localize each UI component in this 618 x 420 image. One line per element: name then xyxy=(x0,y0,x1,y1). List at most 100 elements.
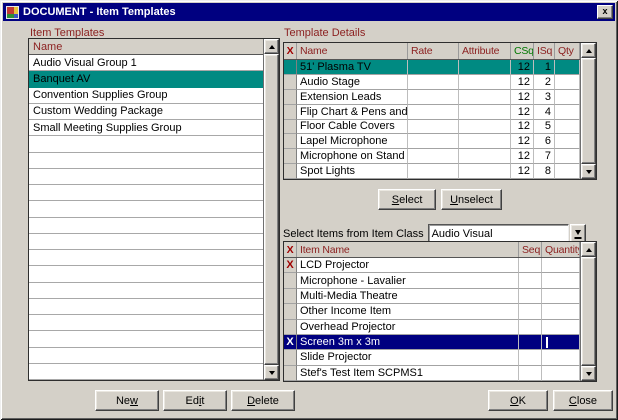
row-selector-cell[interactable]: X xyxy=(284,335,297,350)
items-table-body: X Item Name Seq. Quantity XLCD Projector… xyxy=(284,242,580,381)
template-list-item[interactable]: Audio Visual Group 1 xyxy=(29,55,263,71)
name-cell: Extension Leads xyxy=(297,90,408,105)
scroll-down-button[interactable] xyxy=(581,366,596,381)
csq-cell: 12 xyxy=(511,149,534,164)
empty-list-row xyxy=(29,283,263,299)
select-actions: Select Unselect xyxy=(283,189,597,210)
rate-cell xyxy=(408,105,459,120)
close-button[interactable]: Close xyxy=(553,390,613,411)
scrollbar-track[interactable] xyxy=(264,54,279,365)
attribute-cell xyxy=(459,164,511,179)
scrollbar[interactable] xyxy=(580,242,596,381)
template-details-body: X Name Rate Attribute CSq ISq Qty 51' Pl… xyxy=(284,43,580,179)
qty-cell xyxy=(555,120,580,135)
seq-cell[interactable] xyxy=(519,289,542,304)
template-list-item[interactable]: Convention Supplies Group xyxy=(29,88,263,104)
scrollbar-thumb[interactable] xyxy=(581,58,596,164)
column-header-attribute: Attribute xyxy=(459,43,511,59)
title-bar[interactable]: DOCUMENT - Item Templates x xyxy=(3,3,615,21)
isq-cell: 3 xyxy=(534,90,555,105)
seq-cell[interactable] xyxy=(519,335,542,350)
new-button[interactable]: New xyxy=(95,390,159,411)
item-row[interactable]: XScreen 3m x 3m xyxy=(284,335,580,350)
scrollbar[interactable] xyxy=(263,39,279,380)
item-row[interactable]: Microphone - Lavalier xyxy=(284,273,580,288)
item-row[interactable]: Multi-Media Theatre xyxy=(284,289,580,304)
template-detail-row[interactable]: Flip Chart & Pens and penc124 xyxy=(284,105,580,120)
template-list-item[interactable]: Small Meeting Supplies Group xyxy=(29,120,263,136)
template-list-item[interactable]: Banquet AV xyxy=(29,71,263,87)
ok-button[interactable]: OK xyxy=(488,390,548,411)
scrollbar-thumb[interactable] xyxy=(264,54,279,365)
template-detail-row[interactable]: 51' Plasma TV121 xyxy=(284,60,580,75)
quantity-cell[interactable] xyxy=(542,289,580,304)
row-selector-cell[interactable] xyxy=(284,320,297,335)
empty-list-row xyxy=(29,331,263,347)
item-name-cell: Other Income Item xyxy=(297,304,519,319)
template-detail-row[interactable]: Extension Leads123 xyxy=(284,90,580,105)
quantity-cell[interactable] xyxy=(542,273,580,288)
triangle-up-icon xyxy=(269,45,275,49)
attribute-cell xyxy=(459,105,511,120)
delete-button[interactable]: Delete xyxy=(231,390,295,411)
scrollbar-track[interactable] xyxy=(581,257,596,366)
item-row[interactable]: Slide Projector xyxy=(284,350,580,365)
seq-cell[interactable] xyxy=(519,366,542,381)
seq-cell[interactable] xyxy=(519,320,542,335)
quantity-cell[interactable] xyxy=(542,350,580,365)
row-selector-cell[interactable] xyxy=(284,105,297,120)
unselect-button[interactable]: Unselect xyxy=(441,189,502,210)
empty-list-row xyxy=(29,153,263,169)
row-selector-cell[interactable] xyxy=(284,304,297,319)
seq-cell[interactable] xyxy=(519,350,542,365)
row-selector-cell[interactable]: X xyxy=(284,258,297,273)
row-selector-cell[interactable] xyxy=(284,273,297,288)
row-selector-cell[interactable] xyxy=(284,366,297,381)
template-list-item[interactable]: Custom Wedding Package xyxy=(29,104,263,120)
template-detail-row[interactable]: Microphone on Stand127 xyxy=(284,149,580,164)
seq-cell[interactable] xyxy=(519,304,542,319)
scroll-down-button[interactable] xyxy=(581,164,596,179)
row-selector-cell[interactable] xyxy=(284,134,297,149)
scroll-down-button[interactable] xyxy=(264,365,279,380)
quantity-cell[interactable] xyxy=(542,320,580,335)
row-selector-cell[interactable] xyxy=(284,90,297,105)
rate-cell xyxy=(408,75,459,90)
template-detail-row[interactable]: Lapel Microphone126 xyxy=(284,134,580,149)
close-icon[interactable]: x xyxy=(597,5,613,19)
row-selector-cell[interactable] xyxy=(284,60,297,75)
row-selector-cell[interactable] xyxy=(284,75,297,90)
scroll-up-button[interactable] xyxy=(581,43,596,58)
row-selector-cell[interactable] xyxy=(284,289,297,304)
attribute-cell xyxy=(459,75,511,90)
quantity-cell[interactable] xyxy=(542,304,580,319)
seq-cell[interactable] xyxy=(519,273,542,288)
row-selector-cell[interactable] xyxy=(284,164,297,179)
seq-cell[interactable] xyxy=(519,258,542,273)
item-name-cell: Multi-Media Theatre xyxy=(297,289,519,304)
quantity-cell[interactable] xyxy=(542,335,580,350)
template-detail-row[interactable]: Spot Lights128 xyxy=(284,164,580,179)
template-detail-row[interactable]: Audio Stage122 xyxy=(284,75,580,90)
quantity-cell[interactable] xyxy=(542,258,580,273)
scrollbar[interactable] xyxy=(580,43,596,179)
item-row[interactable]: Stef's Test Item SCPMS1 xyxy=(284,366,580,381)
row-selector-cell[interactable] xyxy=(284,350,297,365)
row-selector-cell[interactable] xyxy=(284,120,297,135)
triangle-up-icon xyxy=(586,49,592,53)
item-row[interactable]: XLCD Projector xyxy=(284,258,580,273)
empty-list-row xyxy=(29,364,263,380)
scrollbar-thumb[interactable] xyxy=(581,257,596,366)
item-row[interactable]: Overhead Projector xyxy=(284,320,580,335)
row-selector-cell[interactable] xyxy=(284,149,297,164)
item-row[interactable]: Other Income Item xyxy=(284,304,580,319)
scroll-up-button[interactable] xyxy=(264,39,279,54)
scroll-up-button[interactable] xyxy=(581,242,596,257)
template-detail-row[interactable]: Floor Cable Covers125 xyxy=(284,120,580,135)
quantity-cell[interactable] xyxy=(542,366,580,381)
scrollbar-track[interactable] xyxy=(581,58,596,164)
rate-cell xyxy=(408,149,459,164)
select-button[interactable]: Select xyxy=(378,189,436,210)
item-templates-rows: Audio Visual Group 1Banquet AVConvention… xyxy=(29,55,263,380)
edit-button[interactable]: Edit xyxy=(163,390,227,411)
